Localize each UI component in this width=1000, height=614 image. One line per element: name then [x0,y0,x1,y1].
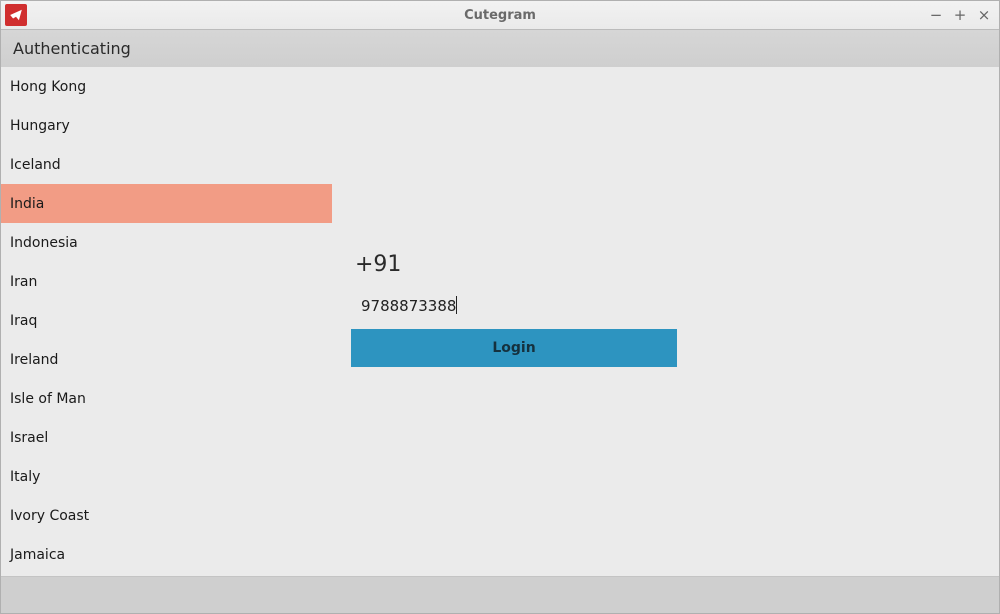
window-controls: − + × [929,1,991,29]
country-item[interactable]: Hong Kong [1,67,332,106]
app-icon [5,4,27,26]
country-label: Italy [10,469,40,485]
country-item[interactable]: Isle of Man [1,379,332,418]
country-item[interactable]: Indonesia [1,223,332,262]
phone-value: 9788873388 [361,297,456,315]
minimize-button[interactable]: − [929,8,943,23]
bottom-bar [1,576,999,613]
login-panel: +91 9788873388 Login [351,252,677,367]
country-label: Jamaica [10,547,65,563]
country-item[interactable]: Jamaica [1,535,332,574]
country-item[interactable]: Ireland [1,340,332,379]
dial-code-label: +91 [351,252,677,277]
country-item[interactable]: Ivory Coast [1,496,332,535]
paper-plane-icon [9,8,23,22]
country-item[interactable]: Hungary [1,106,332,145]
window-title: Cutegram [1,8,999,23]
titlebar: Cutegram − + × [1,1,999,30]
country-label: Hungary [10,118,70,134]
text-cursor [456,296,457,314]
country-label: Indonesia [10,235,78,251]
country-label: Isle of Man [10,391,86,407]
app-window: Cutegram − + × Authenticating Hong Kong … [0,0,1000,614]
login-button-label: Login [492,340,535,356]
country-item[interactable]: Israel [1,418,332,457]
maximize-button[interactable]: + [953,8,967,23]
subheader-text: Authenticating [13,39,131,58]
country-label: Iran [10,274,37,290]
country-label: Israel [10,430,48,446]
country-label: Iceland [10,157,61,173]
country-list[interactable]: Hong Kong Hungary Iceland India Indonesi… [1,67,332,574]
country-item-selected[interactable]: India [1,184,332,223]
close-button[interactable]: × [977,8,991,23]
login-button[interactable]: Login [351,329,677,367]
country-item[interactable]: Iran [1,262,332,301]
country-item[interactable]: Italy [1,457,332,496]
subheader: Authenticating [1,30,999,67]
country-item[interactable]: Iraq [1,301,332,340]
country-label: Ivory Coast [10,508,89,524]
country-label: Iraq [10,313,37,329]
country-item[interactable]: Iceland [1,145,332,184]
phone-input[interactable]: 9788873388 [351,291,677,321]
country-label: Hong Kong [10,79,86,95]
country-label: Ireland [10,352,58,368]
country-label: India [10,196,44,212]
content-area: Hong Kong Hungary Iceland India Indonesi… [1,67,999,576]
